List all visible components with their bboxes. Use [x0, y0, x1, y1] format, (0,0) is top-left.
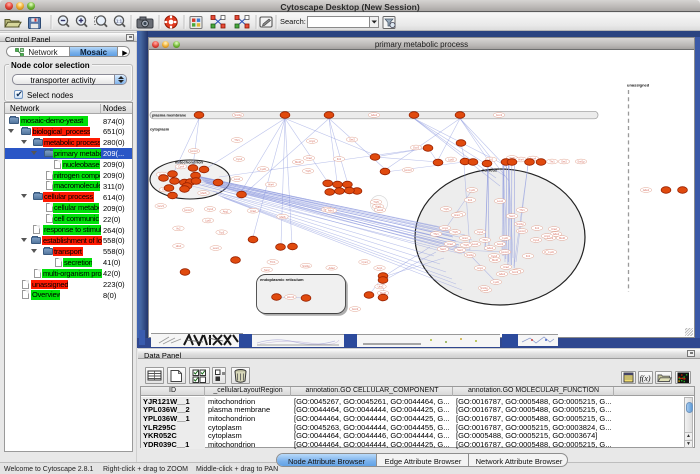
svg-text:Lys9: Lys9 [448, 158, 454, 162]
svg-text:Lys9: Lys9 [205, 219, 211, 223]
svg-text:Lys9: Lys9 [548, 250, 554, 254]
svg-text:Ade2: Ade2 [328, 266, 335, 270]
svg-text:Ser2: Ser2 [509, 214, 515, 218]
svg-text:Leu4: Leu4 [497, 199, 503, 203]
svg-text:Hom3: Hom3 [404, 168, 412, 172]
svg-text:Leu4: Leu4 [213, 246, 219, 250]
svg-text:Ser2: Ser2 [561, 160, 567, 164]
svg-text:unassigned: unassigned [627, 83, 650, 88]
svg-text:Sml1p: Sml1p [516, 222, 524, 226]
svg-text:Gcv3: Gcv3 [158, 204, 165, 208]
svg-text:Sml1p: Sml1p [577, 160, 585, 164]
svg-text:Met6: Met6 [492, 258, 498, 262]
svg-text:Thr1: Thr1 [234, 138, 240, 142]
svg-text:Ura2: Ura2 [551, 227, 557, 231]
svg-text:Leu4: Leu4 [377, 208, 383, 212]
svg-text:Sml1p: Sml1p [480, 286, 488, 290]
svg-text:Hom3: Hom3 [518, 229, 526, 233]
svg-text:Search:: Search: [280, 17, 306, 26]
svg-text:Trp5: Trp5 [452, 230, 458, 234]
svg-text:Met6: Met6 [559, 236, 565, 240]
svg-text:Hom3: Hom3 [501, 250, 509, 254]
svg-text:Ura2: Ura2 [378, 285, 384, 289]
svg-text:Gcv3: Gcv3 [352, 307, 359, 311]
svg-text:His4: His4 [268, 183, 274, 187]
svg-text:Cys4: Cys4 [477, 230, 484, 234]
svg-text:Ura2: Ura2 [447, 242, 453, 246]
svg-text:Trp5: Trp5 [305, 169, 311, 173]
svg-text:His4: His4 [462, 236, 468, 240]
svg-text:Ade2: Ade2 [328, 209, 335, 213]
svg-text:Arg1: Arg1 [309, 139, 315, 143]
svg-text:Gcv3: Gcv3 [512, 270, 519, 274]
svg-text:f(x): f(x) [639, 374, 650, 383]
svg-text:Leu4: Leu4 [234, 177, 240, 181]
svg-text:Hom3: Hom3 [190, 149, 198, 153]
svg-text:Ura2: Ura2 [306, 156, 312, 160]
svg-text:Met6: Met6 [280, 215, 286, 219]
svg-text:His4: His4 [454, 213, 460, 217]
svg-text:Lys9: Lys9 [502, 236, 508, 240]
svg-text:Cys4: Cys4 [236, 157, 243, 161]
svg-text:Thr1: Thr1 [519, 208, 525, 212]
svg-text:Gcv3: Gcv3 [497, 242, 504, 246]
svg-text:Ser2: Ser2 [457, 248, 463, 252]
svg-text:Arg1: Arg1 [477, 266, 483, 270]
svg-text:Sml1p: Sml1p [234, 113, 242, 117]
svg-text:Arg1: Arg1 [544, 234, 550, 238]
svg-text:plasma membrane: plasma membrane [152, 113, 187, 118]
svg-text:Ilv2: Ilv2 [176, 227, 181, 231]
svg-text:Ade2: Ade2 [487, 246, 494, 250]
svg-text:Met6: Met6 [201, 191, 207, 195]
svg-text:Ilv2: Ilv2 [535, 226, 540, 230]
svg-text:Ade2: Ade2 [643, 188, 650, 192]
svg-text:Trp5: Trp5 [443, 207, 449, 211]
svg-text:Arg1: Arg1 [223, 210, 229, 214]
svg-text:Ilv2: Ilv2 [526, 254, 531, 258]
svg-text:endoplasmic reticulum: endoplasmic reticulum [260, 277, 304, 282]
svg-text:Thr1: Thr1 [433, 232, 439, 236]
svg-text:Arg1: Arg1 [377, 266, 383, 270]
svg-text:Sml1p: Sml1p [466, 253, 474, 257]
svg-text:Gcv3: Gcv3 [496, 113, 503, 117]
svg-text:Ura2: Ura2 [503, 265, 509, 269]
svg-text:Ade2: Ade2 [371, 113, 378, 117]
svg-text:1:1: 1:1 [116, 19, 123, 24]
svg-text:Cys4: Cys4 [361, 260, 368, 264]
svg-text:Arg1: Arg1 [442, 226, 448, 230]
svg-text:Trp5: Trp5 [373, 200, 379, 204]
svg-text:Gcv3: Gcv3 [413, 146, 420, 150]
svg-text:Ser2: Ser2 [349, 138, 355, 142]
svg-text:Thr1: Thr1 [549, 160, 555, 164]
svg-text:His4: His4 [176, 244, 182, 248]
svg-text:Met6: Met6 [295, 160, 301, 164]
svg-text:Ser2: Ser2 [440, 247, 446, 251]
svg-text:Ade2: Ade2 [499, 272, 506, 276]
svg-text:Lys9: Lys9 [493, 280, 499, 284]
svg-text:His4: His4 [518, 158, 524, 162]
svg-text:Thr1: Thr1 [270, 260, 276, 264]
svg-text:Trp5: Trp5 [463, 243, 469, 247]
svg-text:Ilv2: Ilv2 [337, 157, 342, 161]
svg-text:Ade2: Ade2 [553, 232, 560, 236]
svg-text:Hom3: Hom3 [184, 208, 192, 212]
svg-text:Lys9: Lys9 [469, 188, 475, 192]
svg-text:Leu4: Leu4 [472, 242, 478, 246]
svg-text:Ura2: Ura2 [250, 209, 256, 213]
svg-text:Lys9: Lys9 [260, 167, 266, 171]
svg-text:cytoplasm: cytoplasm [150, 127, 170, 132]
svg-text:Cys4: Cys4 [533, 238, 540, 242]
svg-text:Sml1p: Sml1p [302, 264, 310, 268]
svg-text:Hom3: Hom3 [287, 295, 295, 299]
svg-text:Ser2: Ser2 [264, 268, 270, 272]
svg-text:Ilv2: Ilv2 [468, 198, 473, 202]
svg-text:Cys4: Cys4 [178, 165, 185, 169]
svg-text:Thr1: Thr1 [482, 238, 488, 242]
svg-text:Cys4: Cys4 [207, 207, 214, 211]
svg-text:Trp5: Trp5 [219, 231, 225, 235]
